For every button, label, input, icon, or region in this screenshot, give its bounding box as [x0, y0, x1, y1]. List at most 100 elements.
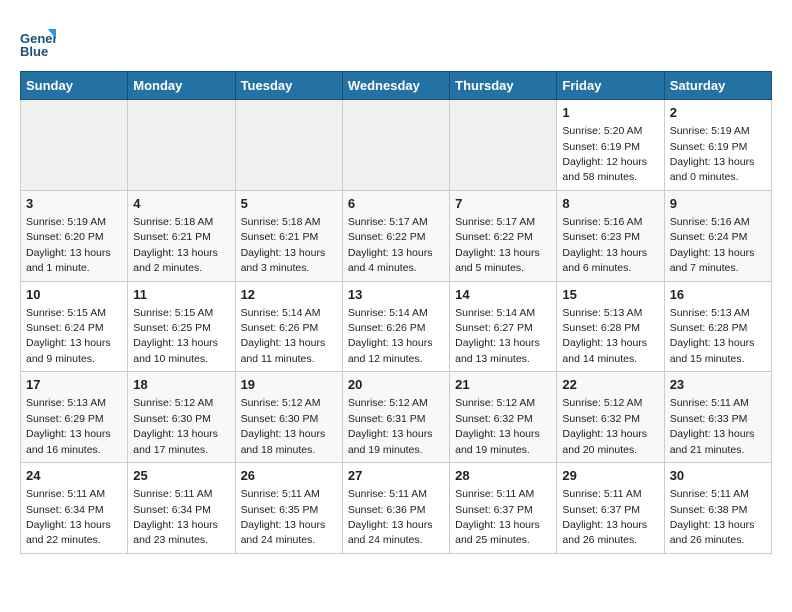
day-info: Sunrise: 5:18 AM Sunset: 6:21 PM Dayligh… — [241, 216, 326, 274]
day-number: 25 — [133, 467, 229, 485]
day-info: Sunrise: 5:12 AM Sunset: 6:31 PM Dayligh… — [348, 397, 433, 455]
day-info: Sunrise: 5:11 AM Sunset: 6:34 PM Dayligh… — [133, 488, 218, 546]
day-info: Sunrise: 5:15 AM Sunset: 6:25 PM Dayligh… — [133, 307, 218, 365]
weekday-header-tuesday: Tuesday — [235, 72, 342, 100]
calendar-cell — [21, 100, 128, 191]
day-number: 12 — [241, 286, 337, 304]
calendar-cell: 20Sunrise: 5:12 AM Sunset: 6:31 PM Dayli… — [342, 372, 449, 463]
calendar-cell: 24Sunrise: 5:11 AM Sunset: 6:34 PM Dayli… — [21, 463, 128, 554]
day-info: Sunrise: 5:13 AM Sunset: 6:28 PM Dayligh… — [562, 307, 647, 365]
day-number: 8 — [562, 195, 658, 213]
day-info: Sunrise: 5:11 AM Sunset: 6:36 PM Dayligh… — [348, 488, 433, 546]
calendar-cell: 26 Sunrise: 5:11 AM Sunset: 6:35 PM Dayli… — [235, 463, 342, 554]
weekday-header-saturday: Saturday — [664, 72, 771, 100]
calendar-cell: 17Sunrise: 5:13 AM Sunset: 6:29 PM Dayli… — [21, 372, 128, 463]
weekday-header-row: SundayMondayTuesdayWednesdayThursdayFrid… — [21, 72, 772, 100]
day-info: Sunrise: 5:13 AM Sunset: 6:29 PM Dayligh… — [26, 397, 111, 455]
logo: General Blue — [20, 25, 60, 61]
day-info: Sunrise: 5:11 AM Sunset: 6:35 PM Dayligh… — [241, 488, 326, 546]
calendar-cell: 6 Sunrise: 5:17 AM Sunset: 6:22 PM Daylig… — [342, 190, 449, 281]
day-number: 2 — [670, 104, 766, 122]
weekday-header-wednesday: Wednesday — [342, 72, 449, 100]
day-info: Sunrise: 5:17 AM Sunset: 6:22 PM Dayligh… — [455, 216, 540, 274]
day-number: 15 — [562, 286, 658, 304]
calendar-cell: 14 Sunrise: 5:14 AM Sunset: 6:27 PM Dayli… — [450, 281, 557, 372]
calendar-cell — [128, 100, 235, 191]
day-info: Sunrise: 5:17 AM Sunset: 6:22 PM Dayligh… — [348, 216, 433, 274]
day-info: Sunrise: 5:16 AM Sunset: 6:24 PM Dayligh… — [670, 216, 755, 274]
weekday-header-monday: Monday — [128, 72, 235, 100]
day-number: 30 — [670, 467, 766, 485]
day-number: 13 — [348, 286, 444, 304]
calendar-cell: 9 Sunrise: 5:16 AM Sunset: 6:24 PM Daylig… — [664, 190, 771, 281]
calendar-cell: 12 Sunrise: 5:14 AM Sunset: 6:26 PM Dayli… — [235, 281, 342, 372]
calendar-cell: 29Sunrise: 5:11 AM Sunset: 6:37 PM Dayli… — [557, 463, 664, 554]
calendar-cell — [235, 100, 342, 191]
day-info: Sunrise: 5:12 AM Sunset: 6:32 PM Dayligh… — [562, 397, 647, 455]
weekday-header-friday: Friday — [557, 72, 664, 100]
calendar-cell: 19 Sunrise: 5:12 AM Sunset: 6:30 PM Dayli… — [235, 372, 342, 463]
day-info: Sunrise: 5:14 AM Sunset: 6:27 PM Dayligh… — [455, 307, 540, 365]
day-info: Sunrise: 5:16 AM Sunset: 6:23 PM Dayligh… — [562, 216, 647, 274]
day-info: Sunrise: 5:19 AM Sunset: 6:20 PM Dayligh… — [26, 216, 111, 274]
calendar-cell: 23Sunrise: 5:11 AM Sunset: 6:33 PM Dayli… — [664, 372, 771, 463]
calendar-cell: 15 Sunrise: 5:13 AM Sunset: 6:28 PM Dayli… — [557, 281, 664, 372]
day-number: 21 — [455, 376, 551, 394]
day-number: 7 — [455, 195, 551, 213]
day-info: Sunrise: 5:11 AM Sunset: 6:33 PM Dayligh… — [670, 397, 755, 455]
calendar-cell: 8 Sunrise: 5:16 AM Sunset: 6:23 PM Daylig… — [557, 190, 664, 281]
calendar-cell: 18Sunrise: 5:12 AM Sunset: 6:30 PM Dayli… — [128, 372, 235, 463]
calendar-cell: 27 Sunrise: 5:11 AM Sunset: 6:36 PM Dayli… — [342, 463, 449, 554]
svg-text:Blue: Blue — [20, 44, 48, 59]
day-number: 11 — [133, 286, 229, 304]
week-row-3: 17Sunrise: 5:13 AM Sunset: 6:29 PM Dayli… — [21, 372, 772, 463]
calendar-cell: 28 Sunrise: 5:11 AM Sunset: 6:37 PM Dayli… — [450, 463, 557, 554]
day-number: 16 — [670, 286, 766, 304]
day-number: 19 — [241, 376, 337, 394]
day-number: 10 — [26, 286, 122, 304]
day-number: 9 — [670, 195, 766, 213]
calendar-cell: 22 Sunrise: 5:12 AM Sunset: 6:32 PM Dayli… — [557, 372, 664, 463]
calendar-cell: 1Sunrise: 5:20 AM Sunset: 6:19 PM Daylig… — [557, 100, 664, 191]
week-row-0: 1Sunrise: 5:20 AM Sunset: 6:19 PM Daylig… — [21, 100, 772, 191]
day-number: 28 — [455, 467, 551, 485]
day-info: Sunrise: 5:12 AM Sunset: 6:30 PM Dayligh… — [133, 397, 218, 455]
day-number: 29 — [562, 467, 658, 485]
calendar-cell: 4 Sunrise: 5:18 AM Sunset: 6:21 PM Daylig… — [128, 190, 235, 281]
day-number: 24 — [26, 467, 122, 485]
day-info: Sunrise: 5:13 AM Sunset: 6:28 PM Dayligh… — [670, 307, 755, 365]
day-info: Sunrise: 5:12 AM Sunset: 6:32 PM Dayligh… — [455, 397, 540, 455]
day-info: Sunrise: 5:18 AM Sunset: 6:21 PM Dayligh… — [133, 216, 218, 274]
day-info: Sunrise: 5:15 AM Sunset: 6:24 PM Dayligh… — [26, 307, 111, 365]
day-info: Sunrise: 5:11 AM Sunset: 6:37 PM Dayligh… — [455, 488, 540, 546]
calendar-cell: 25 Sunrise: 5:11 AM Sunset: 6:34 PM Dayli… — [128, 463, 235, 554]
calendar-cell: 3 Sunrise: 5:19 AM Sunset: 6:20 PM Daylig… — [21, 190, 128, 281]
calendar-cell: 10 Sunrise: 5:15 AM Sunset: 6:24 PM Dayli… — [21, 281, 128, 372]
calendar-cell: 13 Sunrise: 5:14 AM Sunset: 6:26 PM Dayli… — [342, 281, 449, 372]
day-number: 14 — [455, 286, 551, 304]
day-info: Sunrise: 5:14 AM Sunset: 6:26 PM Dayligh… — [348, 307, 433, 365]
day-info: Sunrise: 5:14 AM Sunset: 6:26 PM Dayligh… — [241, 307, 326, 365]
calendar-cell: 30 Sunrise: 5:11 AM Sunset: 6:38 PM Dayli… — [664, 463, 771, 554]
calendar-cell: 16 Sunrise: 5:13 AM Sunset: 6:28 PM Dayli… — [664, 281, 771, 372]
day-info: Sunrise: 5:11 AM Sunset: 6:38 PM Dayligh… — [670, 488, 755, 546]
calendar-cell — [450, 100, 557, 191]
calendar-cell: 2Sunrise: 5:19 AM Sunset: 6:19 PM Daylig… — [664, 100, 771, 191]
weekday-header-sunday: Sunday — [21, 72, 128, 100]
calendar-cell: 21 Sunrise: 5:12 AM Sunset: 6:32 PM Dayli… — [450, 372, 557, 463]
day-number: 27 — [348, 467, 444, 485]
header: General Blue — [20, 20, 772, 61]
day-number: 22 — [562, 376, 658, 394]
day-number: 1 — [562, 104, 658, 122]
day-number: 6 — [348, 195, 444, 213]
calendar-cell: 5 Sunrise: 5:18 AM Sunset: 6:21 PM Daylig… — [235, 190, 342, 281]
calendar-cell: 11 Sunrise: 5:15 AM Sunset: 6:25 PM Dayli… — [128, 281, 235, 372]
day-number: 26 — [241, 467, 337, 485]
day-number: 3 — [26, 195, 122, 213]
day-info: Sunrise: 5:12 AM Sunset: 6:30 PM Dayligh… — [241, 397, 326, 455]
weekday-header-thursday: Thursday — [450, 72, 557, 100]
week-row-1: 3 Sunrise: 5:19 AM Sunset: 6:20 PM Daylig… — [21, 190, 772, 281]
week-row-4: 24 Sunrise: 5:11 AM Sunset: 6:34 PM Dayli… — [21, 463, 772, 554]
day-number: 4 — [133, 195, 229, 213]
day-number: 5 — [241, 195, 337, 213]
